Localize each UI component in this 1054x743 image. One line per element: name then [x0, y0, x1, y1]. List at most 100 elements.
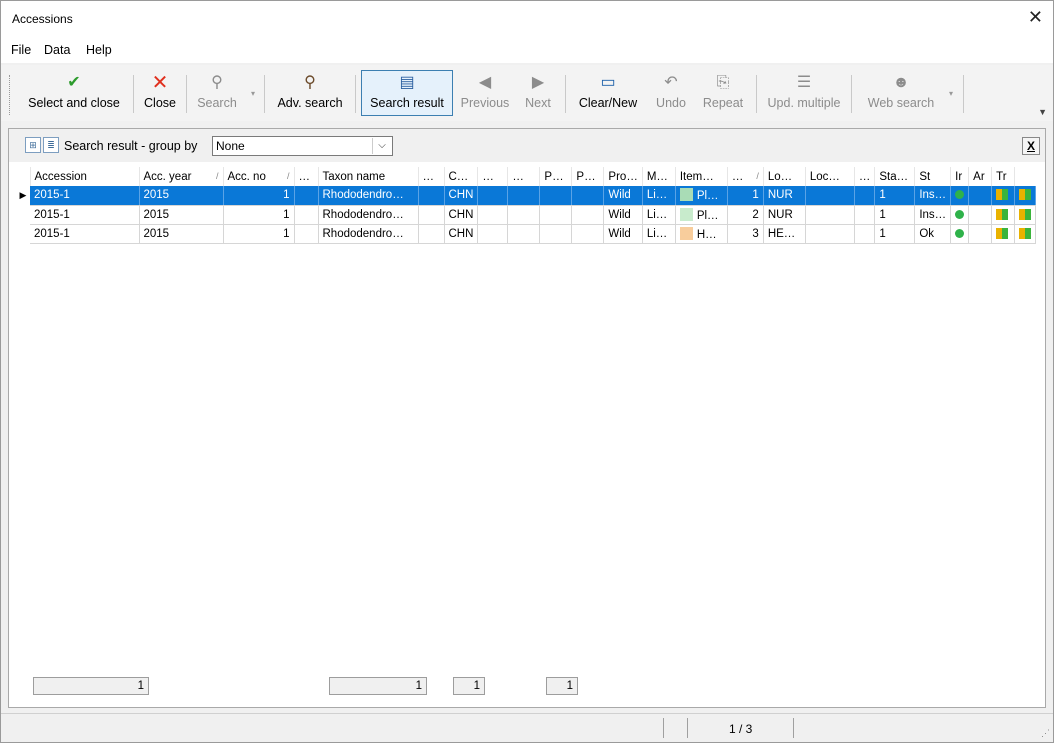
repeat-button[interactable]: ⎘ Repeat	[699, 71, 747, 115]
cell-ar	[991, 205, 1016, 225]
accessions-window: Accessions ✕ File Data Help ✔ Select and…	[0, 0, 1054, 743]
column-header-ir[interactable]: Ir	[950, 167, 970, 186]
column-header-acc-no[interactable]: Acc. no /	[223, 167, 295, 186]
adv-search-button[interactable]: ⚲ Adv. search	[269, 71, 351, 115]
group-by-label: Search result - group by	[64, 139, 198, 153]
advanced-binoculars-icon: ⚲	[304, 74, 316, 91]
close-button[interactable]: ✕ Close	[138, 71, 182, 115]
search-button[interactable]: ⚲ Search	[190, 71, 244, 115]
group-by-select[interactable]: None ⌵	[212, 136, 393, 156]
table-row[interactable]: 2015-1 2015 1 Rhododendro… CHN Wild Li… Pl… 2 NUR…	[16, 205, 1037, 225]
cell-empty	[294, 205, 319, 225]
resize-grip-icon[interactable]: ⋰	[1041, 728, 1050, 739]
ar-indicator-icon	[996, 189, 1009, 201]
tr-indicator-icon	[1019, 189, 1032, 201]
window-close-button[interactable]: ✕	[1028, 7, 1043, 27]
cell-empty	[294, 224, 319, 244]
menu-help[interactable]: Help	[86, 43, 112, 57]
column-header-country[interactable]: C…	[444, 167, 479, 186]
column-header-acc-year[interactable]: Acc. year /	[139, 167, 224, 186]
column-header-item-no[interactable]: … /	[727, 167, 764, 186]
cell-country: CHN	[444, 205, 479, 225]
toolbar-overflow-icon[interactable]: ▼	[1038, 107, 1047, 117]
cell-item-no: 2	[727, 205, 764, 225]
item-color-swatch	[679, 207, 693, 221]
cell-ir	[968, 186, 993, 206]
column-header-st[interactable]: St	[914, 167, 952, 186]
menu-file[interactable]: File	[11, 43, 31, 57]
table-row[interactable]: ▶ 2015-1 2015 1 Rhododendro… CHN Wild Li… Pl… 1 NU…	[16, 186, 1037, 206]
cell-taxon-name: Rhododendro…	[318, 224, 419, 244]
previous-button[interactable]: ◀ Previous	[457, 71, 513, 115]
column-header-provenance[interactable]: Pro…	[603, 167, 643, 186]
web-search-button[interactable]: ☻ Web search	[856, 71, 946, 115]
repeat-icon: ⎘	[716, 74, 730, 91]
toolbar-separator	[565, 75, 566, 113]
search-dropdown-arrow-icon[interactable]: ▾	[251, 89, 255, 98]
cell-location: NUR	[763, 205, 806, 225]
column-header-m[interactable]: M…	[642, 167, 676, 186]
cell-quantity: 1	[874, 186, 916, 206]
cell-empty	[507, 186, 541, 206]
grid-body: ▶ 2015-1 2015 1 Rhododendro… CHN Wild Li… Pl… 1 NU…	[16, 186, 1037, 244]
search-result-panel: ⊞ ≣ Search result - group by None ⌵ X Ac…	[8, 128, 1046, 708]
column-header-p1[interactable]: P…	[539, 167, 573, 186]
total-country: 1	[453, 677, 485, 695]
sort-indicator-icon: /	[756, 170, 759, 181]
column-header-location2[interactable]: Loc…	[805, 167, 855, 186]
previous-arrow-icon: ◀	[478, 74, 492, 91]
toolbar-separator	[133, 75, 134, 113]
tree-view-icon[interactable]: ⊞	[25, 137, 41, 153]
web-user-icon: ☻	[892, 74, 910, 91]
cell-location: HE…	[763, 224, 806, 244]
column-header-location[interactable]: Lo…	[763, 167, 806, 186]
cell-empty	[539, 186, 573, 206]
cell-empty	[805, 186, 855, 206]
cell-empty	[477, 205, 509, 225]
close-panel-button[interactable]: X	[1022, 137, 1040, 155]
column-header-p2[interactable]: P…	[571, 167, 605, 186]
cell-acc-no: 1	[223, 186, 295, 206]
column-header-collapsed[interactable]: …	[418, 167, 445, 186]
title-bar: Accessions ✕	[1, 1, 1053, 37]
clear-new-button[interactable]: ▭ Clear/New	[571, 71, 645, 115]
toolbar-grip[interactable]	[9, 75, 12, 115]
column-header-taxon-name[interactable]: Taxon name	[318, 167, 419, 186]
column-header-item[interactable]: Item…	[675, 167, 728, 186]
group-by-value: None	[216, 139, 245, 153]
column-header-accession[interactable]: Accession	[30, 167, 140, 186]
undo-button[interactable]: ↶ Undo	[649, 71, 693, 115]
grid-header-row: Accession Acc. year / Acc. no / … Taxon na…	[16, 167, 1036, 186]
window-title: Accessions	[12, 12, 73, 26]
record-position: 1 / 3	[729, 722, 753, 736]
select-and-close-button[interactable]: ✔ Select and close	[21, 71, 127, 115]
menu-data[interactable]: Data	[44, 43, 70, 57]
cell-empty	[571, 186, 605, 206]
upd-multiple-button[interactable]: ☰ Upd. multiple	[761, 71, 847, 115]
web-search-dropdown-arrow-icon[interactable]: ▾	[949, 89, 953, 98]
search-result-button[interactable]: ▤ Search result	[361, 70, 453, 116]
column-header-collapsed[interactable]: …	[294, 167, 319, 186]
column-header-collapsed[interactable]: …	[507, 167, 541, 186]
column-header-tr[interactable]: Tr	[991, 167, 1016, 186]
cell-st	[950, 224, 970, 244]
cell-status: Ok	[914, 224, 952, 244]
next-arrow-icon: ▶	[531, 74, 545, 91]
table-row[interactable]: 2015-1 2015 1 Rhododendro… CHN Wild Li… H… 3 HE… 1…	[16, 224, 1037, 244]
column-header-ar[interactable]: Ar	[968, 167, 993, 186]
cell-ar	[991, 186, 1016, 206]
list-view-icon[interactable]: ≣	[43, 137, 59, 153]
cell-taxon-name: Rhododendro…	[318, 186, 419, 206]
cell-quantity: 1	[874, 205, 916, 225]
item-color-swatch	[679, 188, 693, 202]
status-ok-icon	[955, 209, 965, 219]
column-header-collapsed[interactable]: …	[854, 167, 876, 186]
cell-ir	[968, 224, 993, 244]
column-header-collapsed[interactable]: …	[477, 167, 509, 186]
cell-empty	[294, 186, 319, 206]
chevron-down-icon[interactable]: ⌵	[372, 138, 391, 154]
next-button[interactable]: ▶ Next	[520, 71, 556, 115]
cell-item: Pl…	[675, 186, 728, 206]
status-separator	[663, 718, 664, 738]
column-header-status[interactable]: Sta…	[874, 167, 916, 186]
